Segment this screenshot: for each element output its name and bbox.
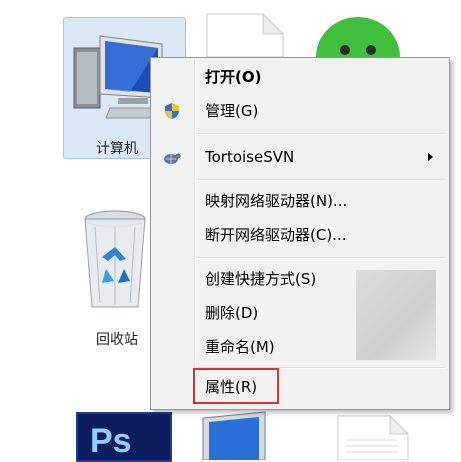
wechat-icon [316, 17, 400, 57]
menu-item-create-shortcut-label: 创建快捷方式(S) [205, 270, 317, 288]
photoshop-desktop-icon[interactable]: Ps [73, 409, 173, 462]
menu-item-open-label: 打开(O) [205, 68, 262, 86]
blurred-region [356, 270, 436, 360]
menu-item-tortoisesvn[interactable]: TortoiseSVN [153, 142, 447, 172]
menu-item-open[interactable]: 打开(O) [153, 62, 447, 92]
menu-item-disconnect-network-drive-label: 断开网络驱动器(C)... [205, 226, 347, 244]
menu-item-disconnect-network-drive[interactable]: 断开网络驱动器(C)... [153, 220, 447, 250]
photoshop-icon-text: Ps [90, 422, 132, 460]
menu-item-manage[interactable]: 管理(G) [153, 96, 447, 126]
document-icon [206, 12, 285, 57]
menu-item-map-network-drive[interactable]: 映射网络驱动器(N)... [153, 186, 447, 216]
recycle-bin-icon [84, 210, 146, 308]
menu-item-rename-label: 重命名(M) [205, 338, 275, 356]
menu-item-delete-label: 删除(D) [205, 304, 259, 322]
tortoisesvn-icon [164, 153, 181, 164]
context-menu: 打开(O) 管理(G) TortoiseSVN 映射网络驱动器(N)... 断开… [150, 57, 450, 410]
menu-item-manage-label: 管理(G) [205, 102, 259, 120]
menu-separator [198, 133, 445, 135]
network-computer-icon [202, 411, 266, 460]
computer-label: 计算机 [96, 141, 138, 157]
properties-highlight-box [193, 368, 279, 404]
recycle-bin-label: 回收站 [96, 332, 138, 348]
photoshop-icon: Ps [76, 412, 172, 462]
menu-separator [198, 257, 445, 259]
uac-shield-icon [165, 103, 179, 119]
menu-item-map-network-drive-label: 映射网络驱动器(N)... [205, 192, 348, 210]
submenu-arrow-icon [428, 153, 433, 161]
menu-separator [198, 179, 445, 181]
menu-item-tortoisesvn-label: TortoiseSVN [205, 148, 295, 166]
text-document-icon [337, 414, 410, 460]
